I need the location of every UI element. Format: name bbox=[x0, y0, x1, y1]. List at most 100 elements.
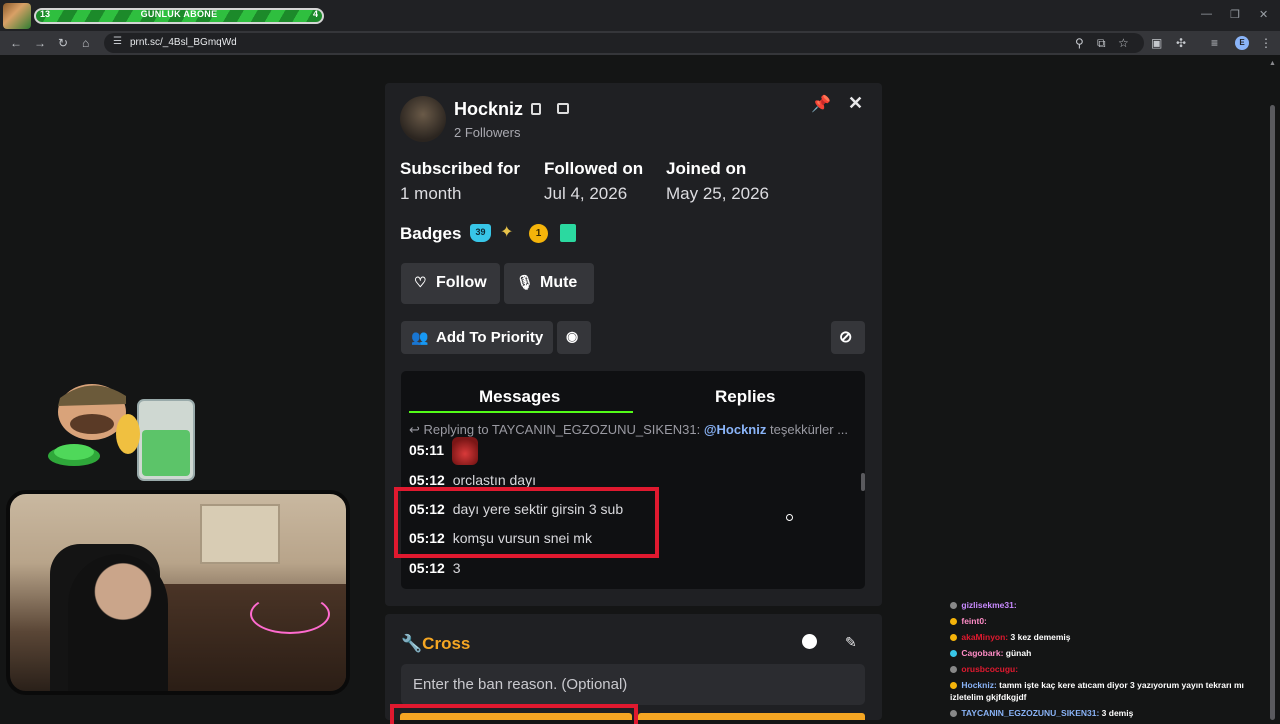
wall-map bbox=[200, 504, 280, 564]
color-dot-button[interactable] bbox=[802, 634, 817, 649]
watch-button[interactable]: ◉ bbox=[557, 321, 591, 354]
chat-badge-icon bbox=[950, 618, 957, 626]
chat-line: akaMinyon: 3 kez dememiş bbox=[950, 629, 1268, 645]
stat-followed: Followed on Jul 4, 2026 bbox=[544, 159, 643, 204]
reply-text: teşekkürler ... bbox=[770, 422, 849, 437]
home-icon[interactable]: ⌂ bbox=[82, 35, 89, 51]
emote-icon bbox=[451, 437, 478, 465]
user-plus-icon: 👥 bbox=[411, 329, 429, 345]
mute-button[interactable]: 🎙 Mute bbox=[504, 263, 594, 304]
sub-goal-bar: 13 GÜNLÜK ABONE 4 bbox=[34, 8, 324, 24]
chat-line: Hockniz: tamm işte kaç kere atıcam diyor… bbox=[950, 679, 1268, 703]
chat-line: TAYCANIN_EGZOZUNU_SIKEN31: 3 demiş bbox=[950, 705, 1268, 721]
message-time: 05:12 bbox=[409, 472, 445, 488]
user-avatar bbox=[400, 96, 446, 142]
chat-badge-icon bbox=[950, 650, 957, 658]
tab-search-icon[interactable]: ▣ bbox=[1151, 35, 1162, 51]
message-row: 05:12 3 bbox=[409, 560, 461, 576]
ban-reason-input[interactable] bbox=[401, 664, 865, 705]
message-text: orclastın dayı bbox=[452, 472, 536, 488]
message-row: 05:12 orclastın dayı bbox=[409, 472, 536, 488]
ban-button[interactable]: ⊘ bbox=[831, 321, 865, 354]
heart-icon: ♡ bbox=[414, 274, 427, 290]
chat-user: TAYCANIN_EGZOZUNU_SIKEN31: bbox=[961, 708, 1100, 718]
bookmark-star-icon[interactable]: ☆ bbox=[1118, 35, 1129, 51]
ban-icon: ⊘ bbox=[839, 329, 853, 346]
close-window-button[interactable]: ✕ bbox=[1259, 8, 1268, 21]
mascot-overlay bbox=[48, 384, 195, 481]
chat-user: akaMinyon: bbox=[961, 632, 1009, 642]
highlight-box bbox=[390, 704, 638, 724]
reply-mention[interactable]: @Hockniz bbox=[704, 422, 767, 437]
cross-title-text: Cross bbox=[422, 634, 471, 653]
chat-text: 3 demiş bbox=[1101, 708, 1134, 718]
address-bar[interactable]: ☰ prnt.sc/_4Bsl_BGmqWd bbox=[104, 33, 1144, 53]
webcam-overlay bbox=[6, 490, 350, 695]
page-scrollbar-thumb[interactable] bbox=[1270, 105, 1275, 720]
stat-label: Joined on bbox=[666, 159, 747, 178]
follow-label: Follow bbox=[436, 274, 487, 291]
cross-title: 🔧Cross bbox=[401, 634, 470, 654]
streamer-figure bbox=[68, 554, 168, 691]
forward-icon[interactable]: → bbox=[34, 35, 46, 51]
stat-joined: Joined on May 25, 2026 bbox=[666, 159, 769, 204]
tab-replies[interactable]: Replies bbox=[715, 387, 775, 407]
streamer-avatar-icon bbox=[3, 3, 31, 29]
install-icon[interactable]: ⧉ bbox=[1097, 35, 1106, 51]
priority-label: Add To Priority bbox=[436, 329, 544, 346]
led-strip bbox=[250, 594, 330, 634]
follower-count: 2 Followers bbox=[454, 125, 521, 140]
back-icon[interactable]: ← bbox=[10, 35, 22, 51]
chat-line: gizlisekme31: bbox=[950, 597, 1268, 613]
messages-scrollbar[interactable] bbox=[861, 473, 865, 491]
chat-text: 3 kez dememiş bbox=[1010, 632, 1071, 642]
chat-badge-icon bbox=[950, 710, 957, 718]
close-icon[interactable]: ✕ bbox=[848, 93, 863, 114]
scroll-up-arrow-icon[interactable]: ▲ bbox=[1269, 60, 1276, 67]
chat-user: feint0: bbox=[961, 616, 987, 626]
stat-label: Followed on bbox=[544, 159, 644, 178]
reply-prefix: ↩ Replying to TAYCANIN_EGZOZUNU_SIKEN31: bbox=[409, 422, 701, 437]
edit-pen-icon[interactable]: ✎ bbox=[845, 634, 857, 651]
wrench-icon: 🔧 bbox=[401, 634, 423, 653]
message-row: 05:11 bbox=[409, 437, 478, 465]
chat-user: Hockniz: bbox=[961, 680, 997, 690]
chat-user: orusbcocugu: bbox=[961, 664, 1019, 674]
active-tab-indicator bbox=[409, 411, 633, 413]
mic-off-icon: 🎙 bbox=[516, 274, 534, 290]
minimize-button[interactable]: — bbox=[1201, 8, 1212, 20]
chat-line: Cagobark: günah bbox=[950, 645, 1268, 661]
stat-subscribed: Subscribed for 1 month bbox=[400, 159, 520, 204]
menu-kebab-icon[interactable]: ⋮ bbox=[1260, 35, 1272, 51]
profile-avatar[interactable]: E bbox=[1235, 36, 1249, 50]
stat-value: 1 month bbox=[400, 184, 462, 203]
url-text[interactable]: prnt.sc/_4Bsl_BGmqWd bbox=[130, 37, 237, 48]
coin-badge-icon: 1 bbox=[529, 224, 548, 243]
profile-card-icon[interactable] bbox=[557, 103, 569, 114]
badges-label: Badges bbox=[400, 224, 462, 243]
ban-secondary-button[interactable] bbox=[638, 713, 865, 720]
reload-icon[interactable]: ↻ bbox=[58, 35, 68, 51]
chat-user: Cagobark: bbox=[961, 648, 1004, 658]
message-time: 05:11 bbox=[409, 441, 445, 458]
chat-line: orusbcocugu: bbox=[950, 661, 1268, 677]
stat-value: May 25, 2026 bbox=[666, 184, 770, 203]
chat-line: feint0: bbox=[950, 613, 1268, 629]
stat-label: Subscribed for bbox=[400, 159, 520, 178]
extensions-icon[interactable]: ✣ bbox=[1176, 35, 1186, 51]
tab-strip: 13 GÜNLÜK ABONE 4 — ❐ ✕ bbox=[0, 0, 1280, 31]
message-text: 3 bbox=[452, 560, 461, 576]
zoom-icon[interactable]: ⚲ bbox=[1075, 35, 1084, 51]
tab-messages[interactable]: Messages bbox=[479, 387, 560, 407]
reading-list-icon[interactable]: ≡ bbox=[1211, 35, 1218, 51]
add-to-priority-button[interactable]: 👥 Add To Priority bbox=[401, 321, 553, 354]
maximize-button[interactable]: ❐ bbox=[1230, 8, 1240, 21]
site-info-icon[interactable]: ☰ bbox=[113, 36, 122, 47]
copy-icon[interactable] bbox=[531, 103, 541, 115]
pin-icon[interactable]: 📌 bbox=[811, 94, 831, 114]
eye-icon: ◉ bbox=[566, 328, 579, 344]
highlight-box bbox=[394, 487, 659, 558]
username: Hockniz bbox=[454, 99, 524, 119]
follow-button[interactable]: ♡ Follow bbox=[401, 263, 500, 304]
stat-value: Jul 4, 2026 bbox=[544, 184, 628, 203]
